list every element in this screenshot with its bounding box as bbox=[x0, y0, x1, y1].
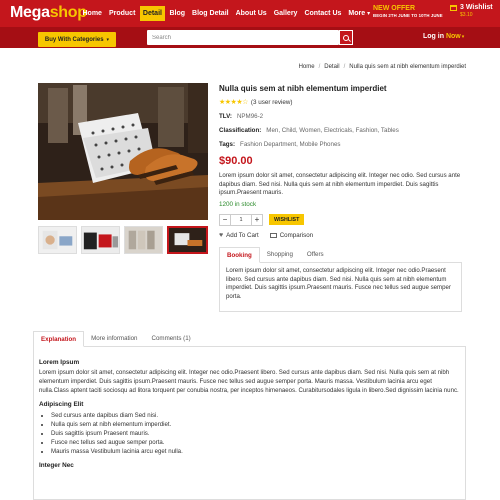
nav-item-contact-us[interactable]: Contact Us bbox=[301, 0, 345, 27]
search-button[interactable] bbox=[339, 30, 353, 45]
offer-title: NEW OFFER bbox=[373, 5, 415, 12]
breadcrumb-detail[interactable]: Detail bbox=[324, 64, 339, 70]
list-item: Nulla quis sem at nibh elementum imperdi… bbox=[51, 421, 460, 430]
star-rating-icon: ★★★★☆ bbox=[219, 99, 248, 106]
thumbnail-2[interactable] bbox=[81, 226, 120, 254]
add-to-cart-link[interactable]: ♥ Add To Cart bbox=[219, 232, 259, 239]
section-paragraph: Lorem ipsum dolor sit amet, consectetur … bbox=[39, 369, 459, 394]
cart-icon bbox=[450, 4, 457, 11]
details-tabs: Explanation More information Comments (1… bbox=[33, 331, 466, 347]
nav-item-more[interactable]: More ▾ bbox=[345, 0, 374, 27]
decrease-quantity-button[interactable]: − bbox=[219, 213, 231, 226]
tags-label: Tags: bbox=[219, 141, 236, 148]
top-header: Megashop Home Product Detail Blog Blog D… bbox=[0, 0, 500, 27]
product-actions: ♥ Add To Cart Comparison bbox=[219, 232, 469, 239]
product-info: Nulla quis sem at nibh elementum imperdi… bbox=[219, 84, 469, 239]
product-tlv: TLV: NPM96-2 bbox=[219, 113, 469, 120]
chevron-down-icon: ▾ bbox=[461, 34, 465, 40]
breadcrumb-separator: / bbox=[318, 64, 321, 70]
categories-button[interactable]: Buy With Categories ▾ bbox=[38, 32, 116, 47]
nav-item-home[interactable]: Home bbox=[79, 0, 105, 27]
product-title: Nulla quis sem at nibh elementum imperdi… bbox=[219, 84, 387, 93]
nav-item-blog[interactable]: Blog bbox=[166, 0, 189, 27]
stock-status: 1200 in stock bbox=[219, 200, 257, 208]
thumbnail-photo bbox=[82, 227, 119, 253]
login-link[interactable]: Log in Now▾ bbox=[423, 33, 464, 40]
list-item: Sed cursus ante dapibus diam Sed nisi. bbox=[51, 412, 460, 421]
list-item: Duis sagittis ipsum Praesent mauris. bbox=[51, 430, 460, 439]
section-heading: Integer Nec bbox=[39, 462, 74, 470]
product-main-image[interactable] bbox=[38, 83, 208, 220]
wishlist-cart[interactable]: 3 Wishlist $3.10 bbox=[450, 4, 493, 18]
login-now: Now bbox=[445, 33, 461, 40]
breadcrumb-home[interactable]: Home bbox=[299, 64, 315, 70]
info-tabs: Booking Shopping Offers bbox=[219, 247, 462, 263]
nav-more-label: More bbox=[348, 10, 366, 17]
thumbnail-4[interactable] bbox=[167, 226, 208, 254]
main-nav: Home Product Detail Blog Blog Detail Abo… bbox=[79, 0, 374, 27]
wishlist-count: 3 Wishlist bbox=[460, 4, 493, 11]
site-logo[interactable]: Megashop bbox=[10, 4, 87, 22]
chevron-down-icon: ▾ bbox=[106, 36, 110, 43]
tlv-value: NPM96-2 bbox=[236, 113, 264, 120]
tab-more-information[interactable]: More information bbox=[84, 331, 144, 347]
breadcrumb-separator: / bbox=[343, 64, 346, 70]
thumbnail-photo bbox=[39, 227, 76, 253]
details-tab-panel: Lorem Ipsum Lorem ipsum dolor sit amet, … bbox=[33, 346, 466, 500]
feature-list: Sed cursus ante dapibus diam Sed nisi. N… bbox=[39, 412, 460, 456]
chevron-down-icon: ▾ bbox=[367, 11, 371, 17]
search-icon bbox=[343, 34, 349, 41]
nav-item-product[interactable]: Product bbox=[105, 0, 138, 27]
breadcrumb-current: Nulla quis sem at nibh elementum imperdi… bbox=[349, 64, 466, 70]
product-price: $90.00 bbox=[219, 155, 253, 167]
categories-button-label: Buy With Categories bbox=[44, 36, 104, 43]
tab-explanation[interactable]: Explanation bbox=[33, 331, 85, 347]
wishlist-price: $3.10 bbox=[460, 12, 473, 18]
thumbnail-1[interactable] bbox=[38, 226, 77, 254]
comparison-label: Comparison bbox=[279, 231, 314, 239]
login-label: Log in bbox=[423, 33, 444, 40]
tab-shopping[interactable]: Shopping bbox=[260, 247, 300, 263]
thumbnail-strip bbox=[38, 226, 208, 254]
info-tab-panel: Lorem ipsum dolor sit amet, consectetur … bbox=[219, 262, 462, 312]
logo-text: Mega bbox=[10, 4, 50, 21]
quantity-stepper: − 1 + WISHLIST bbox=[219, 213, 469, 226]
offer-banner[interactable]: NEW OFFER BEGIN 2TH JUNE TO 10TH JUNE bbox=[373, 5, 443, 18]
offer-subtitle: BEGIN 2TH JUNE TO 10TH JUNE bbox=[373, 13, 443, 18]
thumbnail-photo bbox=[125, 227, 162, 253]
thumbnail-3[interactable] bbox=[124, 226, 163, 254]
product-rating: ★★★★☆ (3 user review) bbox=[219, 98, 469, 107]
product-photo bbox=[38, 83, 208, 220]
product-classification: Classification: Men, Child, Women, Elect… bbox=[219, 127, 469, 134]
nav-item-about-us[interactable]: About Us bbox=[232, 0, 270, 27]
product-tags: Tags: Fashion Department, Mobile Phones bbox=[219, 141, 469, 148]
comparison-link[interactable]: Comparison bbox=[269, 231, 314, 239]
quantity-value[interactable]: 1 bbox=[231, 213, 251, 226]
image-icon bbox=[269, 232, 277, 238]
nav-item-detail[interactable]: Detail bbox=[139, 6, 165, 21]
list-item: Fusce nec tellus sed augue semper porta. bbox=[51, 439, 460, 448]
nav-item-gallery[interactable]: Gallery bbox=[270, 0, 301, 27]
breadcrumb: Home / Detail / Nulla quis sem at nibh e… bbox=[299, 64, 466, 70]
product-description: Lorem ipsum dolor sit amet, consectetur … bbox=[219, 172, 461, 197]
review-count[interactable]: (3 user review) bbox=[251, 99, 293, 106]
tags-value[interactable]: Fashion Department, Mobile Phones bbox=[240, 141, 340, 148]
tlv-label: TLV: bbox=[219, 113, 232, 120]
tab-comments[interactable]: Comments (1) bbox=[145, 331, 198, 347]
thumbnail-photo bbox=[169, 228, 206, 252]
list-item: Mauris massa Vestibulum lacinia arcu ege… bbox=[51, 448, 460, 457]
increase-quantity-button[interactable]: + bbox=[251, 213, 263, 226]
wishlist-button[interactable]: WISHLIST bbox=[269, 214, 305, 226]
tab-booking[interactable]: Booking bbox=[219, 247, 260, 263]
tab-offers[interactable]: Offers bbox=[300, 247, 331, 263]
heart-icon: ♥ bbox=[219, 231, 224, 239]
nav-item-blog-detail[interactable]: Blog Detail bbox=[189, 0, 233, 27]
section-heading: Lorem Ipsum bbox=[39, 359, 80, 366]
classification-value: Men, Child, Women, Electricals, Fashion,… bbox=[266, 127, 399, 134]
section-heading: Adipiscing Elit bbox=[39, 401, 84, 409]
add-to-cart-label: Add To Cart bbox=[226, 231, 259, 239]
classification-label: Classification: bbox=[219, 127, 262, 134]
search-input[interactable] bbox=[147, 30, 339, 45]
